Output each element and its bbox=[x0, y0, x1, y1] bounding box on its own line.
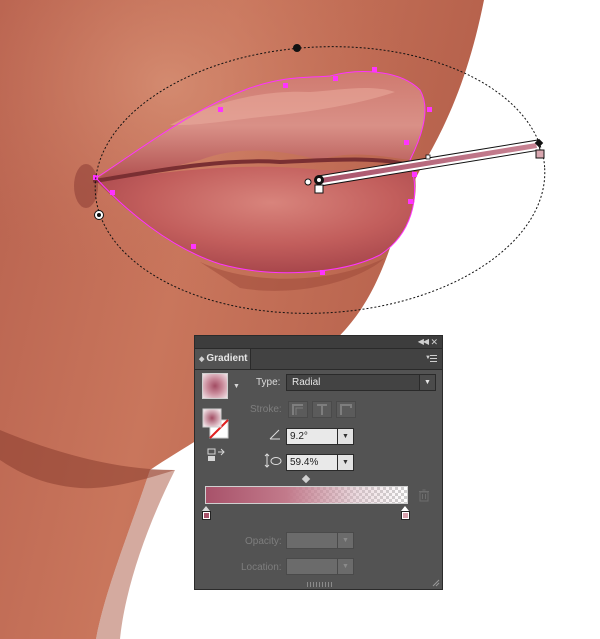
double-chevron-left-icon[interactable]: ◀◀ bbox=[418, 336, 429, 348]
stroke-within-button[interactable] bbox=[288, 401, 308, 418]
location-label: Location: bbox=[241, 562, 282, 573]
opacity-dropdown-button[interactable]: ▼ bbox=[338, 532, 354, 549]
type-value: Radial bbox=[292, 377, 321, 388]
type-label: Type: bbox=[256, 377, 281, 388]
type-dropdown[interactable]: Radial ▼ bbox=[286, 374, 436, 391]
tab-expand-icon[interactable]: ◆ bbox=[199, 356, 204, 363]
aspect-ratio-dropdown-button[interactable]: ▼ bbox=[338, 454, 354, 471]
tab-gradient[interactable]: ◆ Gradient bbox=[195, 349, 251, 369]
gradient-stop-start-color bbox=[204, 513, 209, 518]
aspect-ratio-value: 59.4% bbox=[290, 457, 319, 468]
gradient-swatch[interactable] bbox=[202, 373, 228, 399]
ellipse-aspect-handle[interactable] bbox=[293, 44, 301, 52]
close-icon[interactable]: ✕ bbox=[430, 336, 438, 348]
opacity-label: Opacity: bbox=[245, 536, 282, 547]
gradient-origin-dot[interactable] bbox=[304, 178, 312, 186]
angle-dropdown-button[interactable]: ▼ bbox=[338, 428, 354, 445]
panel-title-bar[interactable]: ◀◀ ✕ bbox=[195, 336, 442, 349]
panel-gripper[interactable] bbox=[307, 582, 333, 587]
panel-tab-row: ◆ Gradient ▼ bbox=[195, 349, 442, 370]
stroke-across-button[interactable] bbox=[336, 401, 356, 418]
resize-grip-icon[interactable] bbox=[432, 579, 440, 587]
stroke-label: Stroke: bbox=[250, 404, 282, 415]
panel-menu-icon[interactable]: ▼ bbox=[425, 353, 437, 365]
gradient-midpoint[interactable] bbox=[425, 154, 431, 160]
gradient-stop-end[interactable] bbox=[401, 506, 410, 520]
reverse-gradient-icon[interactable] bbox=[207, 448, 225, 462]
delete-stop-icon[interactable] bbox=[418, 489, 430, 502]
fill-stroke-icon[interactable] bbox=[202, 408, 232, 440]
gradient-origin-handle[interactable] bbox=[314, 175, 324, 185]
stroke-along-button[interactable] bbox=[312, 401, 332, 418]
gradient-panel: ◀◀ ✕ ◆ Gradient ▼ ▼ Type: Radial ▼ Stroke… bbox=[194, 335, 443, 590]
angle-icon bbox=[269, 429, 280, 440]
angle-input[interactable]: 9.2° bbox=[286, 428, 338, 445]
location-input[interactable] bbox=[286, 558, 338, 575]
mouth-corner-shadow bbox=[74, 164, 98, 208]
location-dropdown-button[interactable]: ▼ bbox=[338, 558, 354, 575]
opacity-input[interactable] bbox=[286, 532, 338, 549]
gradient-slider[interactable] bbox=[205, 486, 408, 504]
ellipse-radius-handle[interactable] bbox=[94, 210, 104, 220]
angle-value: 9.2° bbox=[290, 431, 308, 442]
gradient-start-stop[interactable] bbox=[314, 184, 324, 194]
gradient-stop-end-color bbox=[403, 513, 408, 518]
gradient-end-stop[interactable] bbox=[535, 149, 545, 159]
chevron-down-icon: ▼ bbox=[419, 375, 435, 390]
gradient-midpoint-diamond[interactable] bbox=[301, 474, 311, 484]
aspect-ratio-input[interactable]: 59.4% bbox=[286, 454, 338, 471]
tab-gradient-label: Gradient bbox=[206, 353, 248, 364]
gradient-swatch-dropdown-icon[interactable]: ▼ bbox=[233, 383, 240, 390]
gradient-stop-start[interactable] bbox=[202, 506, 211, 520]
aspect-ratio-icon bbox=[264, 453, 282, 468]
